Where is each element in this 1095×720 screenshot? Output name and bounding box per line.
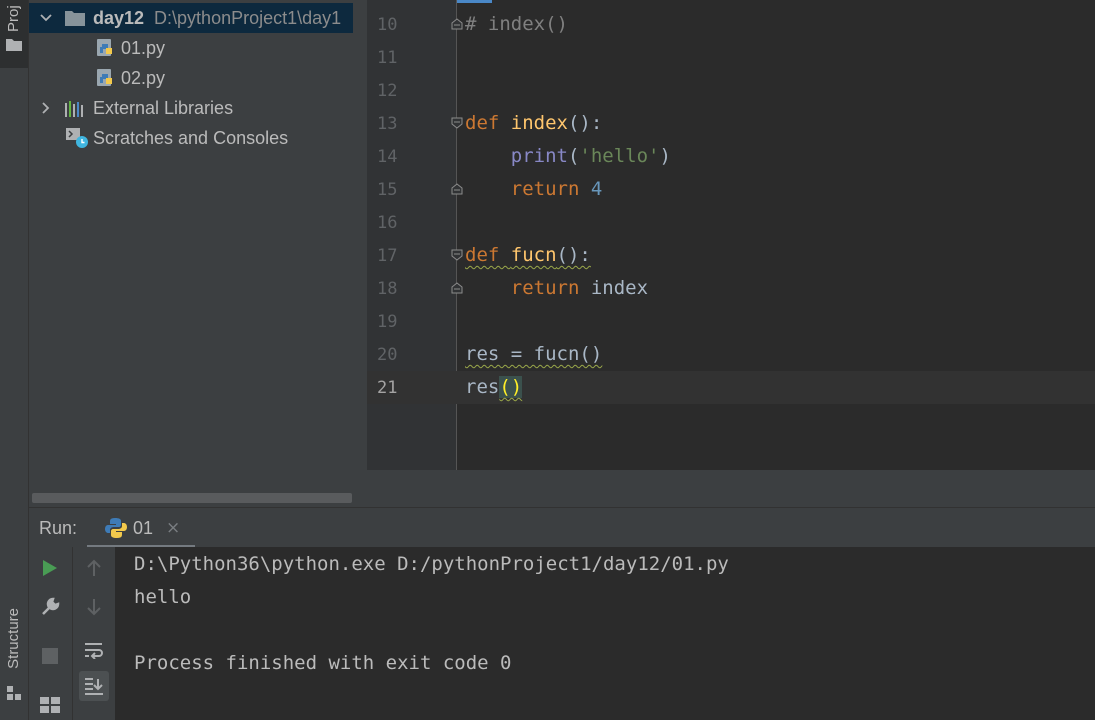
run-tab-01[interactable]: 01 × [87,508,195,548]
code-line-15[interactable]: 15 return 4 [367,173,1095,206]
project-tool-label: Proj [5,5,22,32]
code-line-10[interactable]: 10 # index() [367,8,1095,41]
run-tab-label: 01 [133,518,154,538]
fold-start-icon[interactable] [451,249,463,261]
structure-tool-tab[interactable]: Structure [0,600,28,710]
close-icon[interactable]: × [166,518,180,538]
code-line-11[interactable]: 11 [367,41,1095,74]
layout-icon [40,697,60,713]
fold-start-icon[interactable] [451,117,463,129]
run-panel-title: Run: [39,518,78,538]
line-number: 20 [377,345,398,365]
code-line-18[interactable]: 18 return index [367,272,1095,305]
scroll-to-end-button[interactable] [79,671,109,701]
code-line-13[interactable]: 13 def index(): [367,107,1095,140]
stop-icon [42,648,58,664]
line-number: 21 [377,378,398,398]
folder-icon [6,39,22,51]
scroll-end-icon [85,678,103,695]
code-text: return index [510,277,649,299]
stop-button[interactable] [35,641,65,671]
code-line-14[interactable]: 14 print('hello') [367,140,1095,173]
line-number: 14 [377,147,398,167]
project-tool-tab[interactable]: Proj [0,0,28,68]
line-number: 19 [377,312,398,332]
editor-bottom-bar [367,470,1095,507]
tree-root-name: day12 [93,7,145,28]
code-editor[interactable]: 10 # index() 11 12 13 def index(): 14 pr… [367,0,1095,470]
code-line-21[interactable]: 21 res() [367,371,1095,404]
rerun-button[interactable] [35,553,65,583]
line-number: 11 [377,48,398,68]
line-number: 17 [377,246,398,266]
python-file-icon [97,69,112,86]
code-text: return 4 [510,178,603,200]
line-number: 16 [377,213,398,233]
horizontal-scrollbar[interactable] [32,493,352,503]
code-text: def fucn(): [465,244,591,266]
structure-tool-label: Structure [5,608,22,669]
code-text: res = fucn() [465,343,603,365]
tree-row-scratches[interactable]: Scratches and Consoles [29,123,367,153]
tree-row-day12[interactable]: day12 D:\pythonProject1\day1 [29,3,367,33]
library-icon [65,101,83,117]
line-number: 13 [377,114,398,134]
run-panel-header: Run: 01 × [29,507,1095,548]
layout-button[interactable] [35,690,65,720]
tree-row-file-01[interactable]: 01.py [29,33,367,63]
line-number: 15 [377,180,398,200]
tree-scratches-label: Scratches and Consoles [93,127,289,148]
arrow-up-icon [87,559,101,576]
code-text: # index() [465,13,568,35]
code-line-20[interactable]: 20 res = fucn() [367,338,1095,371]
soft-wrap-button[interactable] [79,635,109,665]
fold-end-icon[interactable] [451,282,463,294]
run-console[interactable]: D:\Python36\python.exe D:/pythonProject1… [115,547,1095,720]
scroll-up-button[interactable] [79,553,109,583]
toolbar-divider [72,547,73,720]
settings-button[interactable] [35,592,65,622]
fold-start-icon[interactable] [451,18,463,30]
code-line-17[interactable]: 17 def fucn(): [367,239,1095,272]
line-number: 18 [377,279,398,299]
code-line-16[interactable]: 16 [367,206,1095,239]
scroll-down-button[interactable] [79,592,109,622]
left-tool-stripe: Proj Structure [0,0,29,720]
code-line-19[interactable]: 19 [367,305,1095,338]
play-icon [43,560,57,576]
python-file-icon [97,39,112,56]
structure-icon [7,686,21,700]
line-number: 12 [377,81,398,101]
project-tree-panel: day12 D:\pythonProject1\day1 01.py 02.py… [29,0,367,507]
code-text: print('hello') [510,145,671,167]
console-exit-line: Process finished with exit code 0 [134,652,512,674]
tree-external-libraries-label: External Libraries [93,97,234,118]
tree-row-external-libraries[interactable]: External Libraries [29,93,367,123]
console-command-line: D:\Python36\python.exe D:/pythonProject1… [134,553,729,575]
run-toolbar [29,547,115,720]
scratches-icon [66,128,88,148]
tree-file-label: 01.py [121,37,166,58]
code-line-12[interactable]: 12 [367,74,1095,107]
code-text: def index(): [465,112,603,134]
chevron-down-icon[interactable] [39,11,53,25]
arrow-down-icon [87,599,101,616]
tree-row-file-02[interactable]: 02.py [29,63,367,93]
project-panel-edge [353,0,367,507]
wrap-icon [85,643,103,659]
tree-root-path: D:\pythonProject1\day1 [154,7,342,28]
line-number: 10 [377,15,398,35]
wrench-icon [42,597,60,615]
chevron-right-icon[interactable] [39,101,53,115]
code-text: res() [465,376,523,398]
console-output-line: hello [134,586,192,608]
folder-icon [65,11,85,26]
python-icon [105,518,127,538]
fold-end-icon[interactable] [451,183,463,195]
tree-file-label: 02.py [121,67,166,88]
